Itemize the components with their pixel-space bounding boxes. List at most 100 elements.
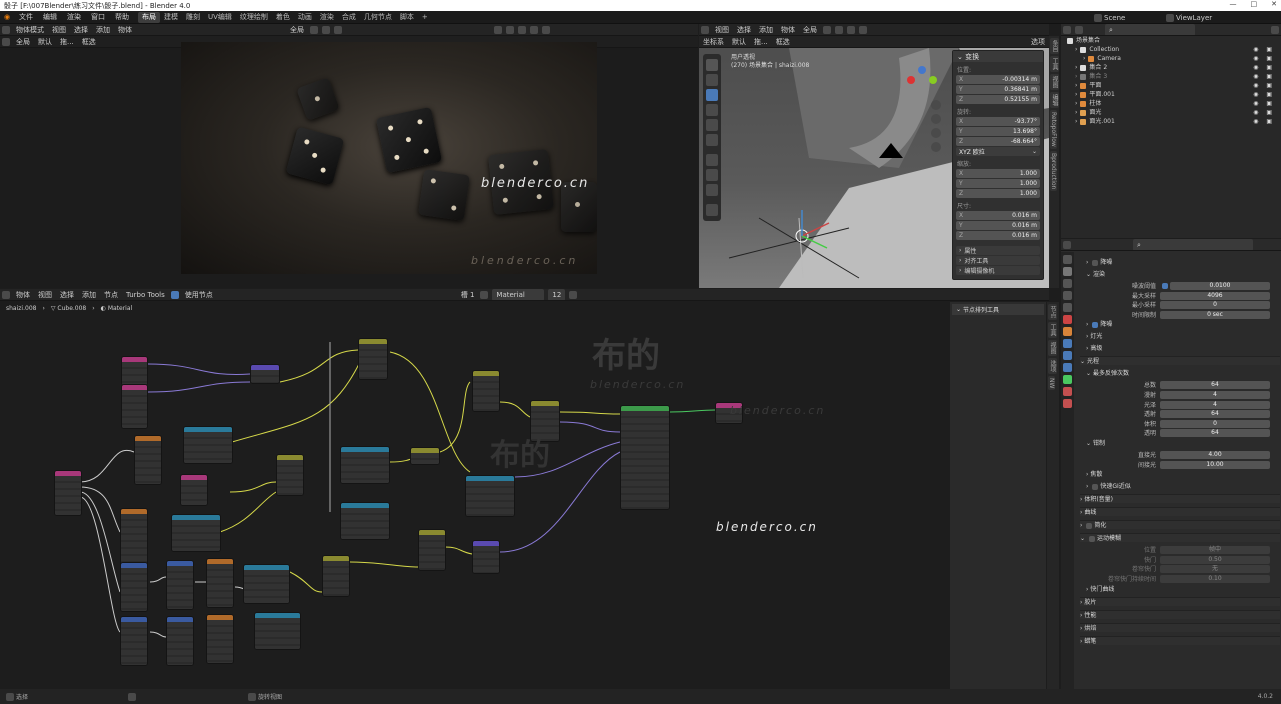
scene-name[interactable]: Scene: [1104, 14, 1164, 22]
node-view-menu[interactable]: 视图: [34, 289, 56, 300]
cursor-tool-icon[interactable]: [706, 74, 718, 86]
viewport-add-menu[interactable]: 添加: [755, 24, 777, 35]
viewport-tab[interactable]: 条目: [1050, 38, 1059, 54]
material-sphere-icon[interactable]: [480, 290, 489, 299]
workspace-tab[interactable]: UV编辑: [204, 12, 236, 23]
property-value[interactable]: 64: [1160, 381, 1270, 390]
property-field[interactable]: 卷帘快门无: [1076, 565, 1276, 574]
viewport-view-menu[interactable]: 视图: [711, 24, 733, 35]
viewport-tab[interactable]: 视图: [1050, 74, 1059, 90]
properties-section[interactable]: ⌄ 钳制: [1086, 439, 1281, 448]
viewport-object-menu[interactable]: 物体: [777, 24, 799, 35]
outliner-item[interactable]: › 集合 2 ◉ ▣: [1061, 63, 1281, 72]
viewport-orientation[interactable]: 全局: [799, 24, 821, 35]
property-value[interactable]: 4: [1160, 400, 1270, 409]
property-field[interactable]: 漫射 4: [1076, 391, 1276, 400]
properties-section[interactable]: › 胶片: [1080, 596, 1280, 606]
visibility-icon[interactable]: ◉ ▣: [1253, 81, 1281, 90]
sidebar-section[interactable]: › 属性: [956, 246, 1040, 255]
proportional-icon[interactable]: [334, 25, 342, 34]
node-select-menu[interactable]: 选择: [56, 289, 78, 300]
properties-section[interactable]: › 焦散: [1086, 470, 1281, 479]
property-field[interactable]: 快门 0.50: [1076, 555, 1276, 565]
workspace-tab[interactable]: 几何节点: [360, 12, 396, 23]
outliner-item[interactable]: › 面光.001 ◉ ▣: [1061, 117, 1281, 126]
navigation-gizmo[interactable]: [907, 66, 937, 96]
outliner-item[interactable]: › 平面.001 ◉ ▣: [1061, 90, 1281, 99]
property-field[interactable]: 噪波阈值 0.0100: [1076, 282, 1276, 291]
minimize-button[interactable]: —: [1230, 0, 1237, 8]
sidebar-section[interactable]: › 对齐工具: [956, 256, 1040, 265]
workspace-tab[interactable]: 脚本: [396, 12, 418, 23]
scene-icon[interactable]: [1094, 13, 1102, 22]
workspace-tab[interactable]: 动画: [294, 12, 316, 23]
tool-tab-icon[interactable]: [1063, 255, 1072, 264]
move-tool-icon[interactable]: [706, 89, 718, 101]
modifier-tab-icon[interactable]: [1063, 339, 1072, 348]
property-field[interactable]: 最小采样 0: [1076, 301, 1276, 310]
scale-field[interactable]: X 1.000: [956, 169, 1040, 178]
maximize-button[interactable]: □: [1251, 0, 1258, 8]
properties-search-input[interactable]: ⌕: [1133, 239, 1253, 250]
node-mode-dropdown[interactable]: 物体: [12, 289, 34, 300]
chevron-right-icon[interactable]: ›: [1075, 45, 1077, 54]
pan-icon[interactable]: [931, 114, 941, 124]
dimensions-field[interactable]: Y 0.016 m: [956, 221, 1040, 230]
property-field[interactable]: 时间限制 0 sec: [1076, 310, 1276, 320]
blender-logo-icon[interactable]: ◉: [0, 13, 14, 21]
rendered-shading-icon[interactable]: [542, 25, 550, 34]
workspace-tab[interactable]: 纹理绘制: [236, 12, 272, 23]
output-tab-icon[interactable]: [1063, 279, 1072, 288]
section-checkbox[interactable]: [1092, 259, 1099, 266]
pivot-dropdown[interactable]: 默认: [728, 36, 750, 47]
transform-header[interactable]: ⌄ 变换: [953, 51, 1043, 62]
scale-field[interactable]: Z 1.000: [956, 189, 1040, 198]
gizmo-z-icon[interactable]: [918, 66, 926, 74]
select-tool-icon[interactable]: [706, 59, 718, 71]
property-field[interactable]: 间接光 10.00: [1076, 460, 1276, 470]
object-tab-icon[interactable]: [1063, 327, 1072, 336]
menu-item[interactable]: 文件: [14, 11, 38, 24]
property-field[interactable]: 位置 帧中: [1076, 546, 1276, 555]
location-field[interactable]: Z 0.52155 m: [956, 95, 1040, 104]
rendered-shading-icon[interactable]: [859, 25, 867, 34]
chevron-right-icon[interactable]: ›: [1075, 81, 1077, 90]
visibility-icon[interactable]: ◉ ▣: [1253, 63, 1281, 72]
properties-section[interactable]: › 快门曲线: [1086, 585, 1281, 594]
drag-label[interactable]: 拖...: [56, 36, 78, 47]
properties-section[interactable]: ⌄ 运动模糊: [1080, 533, 1280, 543]
property-field[interactable]: 光泽 4: [1076, 400, 1276, 410]
menu-item[interactable]: 帮助: [110, 11, 134, 24]
outliner-item[interactable]: › 面光 ◉ ▣: [1061, 108, 1281, 117]
measure-tool-icon[interactable]: [706, 169, 718, 181]
menu-item[interactable]: 窗口: [86, 11, 110, 24]
pin-icon[interactable]: [569, 290, 578, 299]
view-layer-tab-icon[interactable]: [1063, 291, 1072, 300]
property-value[interactable]: 4096: [1160, 291, 1270, 300]
property-field[interactable]: 最大采样 4096: [1076, 291, 1276, 301]
properties-section[interactable]: › 降噪: [1086, 320, 1281, 329]
property-value[interactable]: 0: [1160, 419, 1270, 428]
add-cube-tool-icon[interactable]: [706, 184, 718, 196]
add-menu[interactable]: 添加: [92, 24, 114, 35]
property-field[interactable]: 直接光 4.00: [1076, 451, 1276, 460]
property-value[interactable]: 0.50: [1160, 555, 1270, 564]
workspace-tab[interactable]: 雕刻: [182, 12, 204, 23]
outliner-item[interactable]: › Camera ◉ ▣: [1061, 54, 1281, 63]
visibility-icon[interactable]: ◉ ▣: [1253, 99, 1281, 108]
material-name-field[interactable]: Material: [492, 289, 545, 300]
material-slot-dropdown[interactable]: 槽 1: [457, 289, 479, 300]
properties-section[interactable]: › 灯光: [1086, 332, 1281, 341]
properties-section[interactable]: ⌄ 最多反弹次数: [1086, 369, 1281, 378]
object-menu[interactable]: 物体: [114, 24, 136, 35]
properties-section[interactable]: › 蜡笔: [1080, 635, 1280, 645]
view-layer-name[interactable]: ViewLayer: [1176, 14, 1212, 22]
pivot-icon[interactable]: [310, 25, 318, 34]
sidebar-section[interactable]: › 编辑摄像机: [956, 266, 1040, 275]
view-menu[interactable]: 视图: [48, 24, 70, 35]
chevron-right-icon[interactable]: ›: [1075, 90, 1077, 99]
shading-icon[interactable]: [494, 25, 502, 34]
particles-tab-icon[interactable]: [1063, 351, 1072, 360]
dimensions-field[interactable]: X 0.016 m: [956, 211, 1040, 220]
rotation-field[interactable]: X -93.77°: [956, 117, 1040, 126]
